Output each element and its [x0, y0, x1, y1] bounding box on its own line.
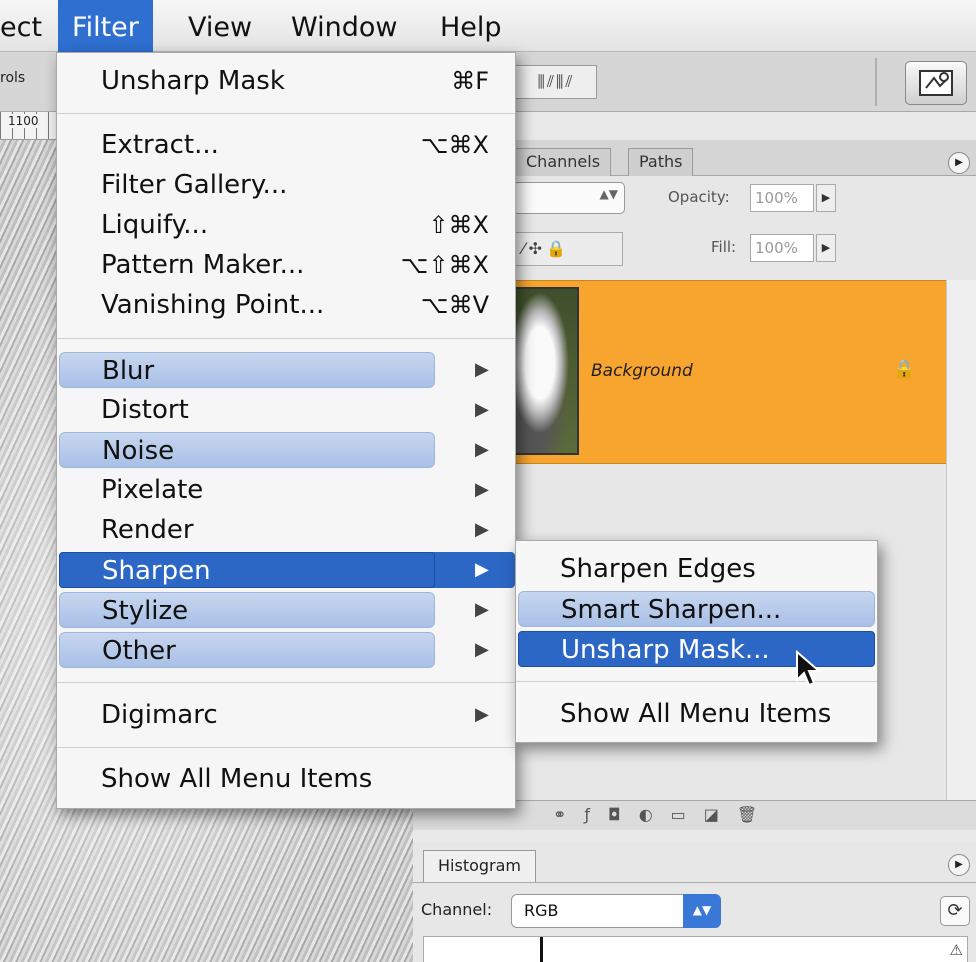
- submenu-arrow-icon: ▶: [475, 359, 489, 380]
- blend-mode-select[interactable]: ▲▼: [513, 182, 625, 214]
- shortcut-label: ⌥⇧⌘X: [400, 251, 489, 279]
- fill-arrow-icon[interactable]: ▶: [816, 234, 836, 262]
- link-icon[interactable]: ⚭: [553, 805, 584, 824]
- menu-item-sharpen-edges[interactable]: Sharpen Edges: [518, 551, 875, 587]
- fx-icon[interactable]: ƒ: [584, 805, 608, 824]
- menu-separator: [57, 682, 515, 683]
- histogram-menu-icon[interactable]: ▶: [948, 854, 970, 876]
- menu-window[interactable]: Window: [277, 0, 411, 52]
- menu-separator: [57, 113, 515, 114]
- layers-scrollbar[interactable]: [946, 280, 976, 800]
- menu-item-label: Liquify...: [101, 210, 209, 240]
- histogram-bar: [540, 937, 543, 962]
- mask-icon[interactable]: ◘: [608, 805, 639, 824]
- align-icons[interactable]: ⫼⫽⫼⫽: [515, 65, 597, 99]
- mouse-cursor-icon: [796, 650, 821, 687]
- menu-bar: ect Filter View Window Help: [0, 0, 976, 52]
- opacity-arrow-icon[interactable]: ▶: [816, 184, 836, 212]
- submenu-arrow-icon: ▶: [475, 519, 489, 540]
- layer-thumbnail: [513, 287, 579, 455]
- menu-item-label: Pattern Maker...: [101, 250, 305, 280]
- tab-paths[interactable]: Paths: [628, 148, 694, 176]
- filter-menu: Unsharp Mask ⌘F Extract... ⌥⌘X Filter Ga…: [56, 52, 516, 809]
- menu-item-show-all[interactable]: Show All Menu Items: [59, 761, 435, 797]
- lock-icons[interactable]: ⁄✣🔒: [513, 232, 623, 266]
- menu-item-last-filter[interactable]: Unsharp Mask ⌘F: [59, 63, 489, 99]
- submenu-arrow-icon: ▶: [475, 479, 489, 500]
- menu-item-label: Extract...: [101, 130, 219, 160]
- ruler-label: 1100: [6, 114, 41, 128]
- adjustment-icon[interactable]: ◐: [639, 805, 671, 824]
- layer-name: Background: [591, 361, 693, 381]
- menu-item-label: Unsharp Mask: [101, 66, 285, 96]
- menu-item-smart-sharpen[interactable]: Smart Sharpen...: [518, 591, 875, 627]
- photoshop-window: { "menubar": { "items": ["ect", "Filter"…: [0, 0, 976, 962]
- opacity-field[interactable]: 100%: [750, 184, 814, 212]
- toolbar-divider: [875, 58, 877, 106]
- menu-item-pixelate[interactable]: Pixelate: [59, 472, 435, 508]
- submenu-arrow-icon: ▶: [475, 439, 489, 460]
- histogram-palette: Histogram ▶ Channel: RGB ▲▼ ⟳ ⚠: [413, 842, 976, 962]
- menu-item-vanishing-point[interactable]: Vanishing Point... ⌥⌘V: [59, 287, 489, 323]
- submenu-arrow-icon: ▶: [475, 704, 489, 725]
- menu-item-show-all-submenu[interactable]: Show All Menu Items: [518, 696, 875, 732]
- menu-view[interactable]: View: [174, 0, 266, 52]
- palette-well-button[interactable]: [905, 61, 967, 105]
- new-layer-icon[interactable]: ◪: [704, 805, 737, 824]
- controls-label: rols: [0, 70, 26, 86]
- histogram-graph: ⚠: [423, 936, 968, 962]
- menu-item-extract[interactable]: Extract... ⌥⌘X: [59, 127, 489, 163]
- menu-item-sharpen[interactable]: Sharpen: [59, 552, 435, 588]
- shortcut-label: ⌘F: [451, 67, 489, 95]
- submenu-arrow-icon: ▶: [475, 559, 489, 580]
- tab-histogram[interactable]: Histogram: [423, 850, 536, 882]
- menu-help[interactable]: Help: [426, 0, 516, 52]
- navigator-icon: [919, 70, 953, 96]
- menu-select[interactable]: ect: [0, 0, 56, 52]
- menu-item-unsharp-mask[interactable]: Unsharp Mask...: [518, 631, 875, 667]
- tab-channels[interactable]: Channels: [515, 148, 612, 176]
- menu-item-distort[interactable]: Distort: [59, 392, 435, 428]
- stepper-icon: ▲▼: [599, 187, 618, 201]
- trash-icon[interactable]: 🗑: [737, 805, 775, 824]
- opacity-label: Opacity:: [668, 188, 730, 206]
- menu-separator: [57, 747, 515, 748]
- refresh-icon[interactable]: ⟳: [940, 896, 970, 926]
- menu-item-filter-gallery[interactable]: Filter Gallery...: [59, 167, 435, 203]
- shortcut-label: ⌥⌘X: [420, 131, 489, 159]
- channel-value: RGB: [524, 901, 559, 920]
- menu-separator: [57, 338, 515, 339]
- fill-field[interactable]: 100%: [750, 234, 814, 262]
- menu-item-liquify[interactable]: Liquify... ⇧⌘X: [59, 207, 489, 243]
- menu-item-render[interactable]: Render: [59, 512, 435, 548]
- submenu-arrow-icon: ▶: [475, 639, 489, 660]
- lock-icon: 🔒: [893, 359, 916, 380]
- sharpen-submenu: Sharpen Edges Smart Sharpen... Unsharp M…: [515, 540, 878, 743]
- folder-icon[interactable]: ▭: [671, 805, 704, 824]
- shortcut-label: ⌥⌘V: [420, 291, 489, 319]
- divider: [413, 882, 976, 883]
- palette-menu-icon[interactable]: ▶: [948, 152, 970, 174]
- menu-item-noise[interactable]: Noise: [59, 432, 435, 468]
- stepper-icon: ▲▼: [683, 894, 721, 928]
- fill-label: Fill:: [711, 238, 737, 256]
- menu-item-label: Filter Gallery...: [101, 170, 288, 200]
- submenu-arrow-icon: ▶: [475, 599, 489, 620]
- menu-separator: [516, 681, 877, 682]
- submenu-arrow-icon: ▶: [475, 399, 489, 420]
- menu-item-stylize[interactable]: Stylize: [59, 592, 435, 628]
- shortcut-label: ⇧⌘X: [428, 211, 489, 239]
- menu-item-pattern-maker[interactable]: Pattern Maker... ⌥⇧⌘X: [59, 247, 489, 283]
- menu-item-blur[interactable]: Blur: [59, 352, 435, 388]
- menu-item-other[interactable]: Other: [59, 632, 435, 668]
- menu-item-digimarc[interactable]: Digimarc: [59, 697, 435, 733]
- channel-select[interactable]: RGB ▲▼: [511, 894, 721, 928]
- channel-label: Channel:: [421, 900, 493, 919]
- menu-item-label: Vanishing Point...: [101, 290, 325, 320]
- menu-filter[interactable]: Filter: [58, 0, 153, 52]
- warning-icon: ⚠: [949, 941, 963, 959]
